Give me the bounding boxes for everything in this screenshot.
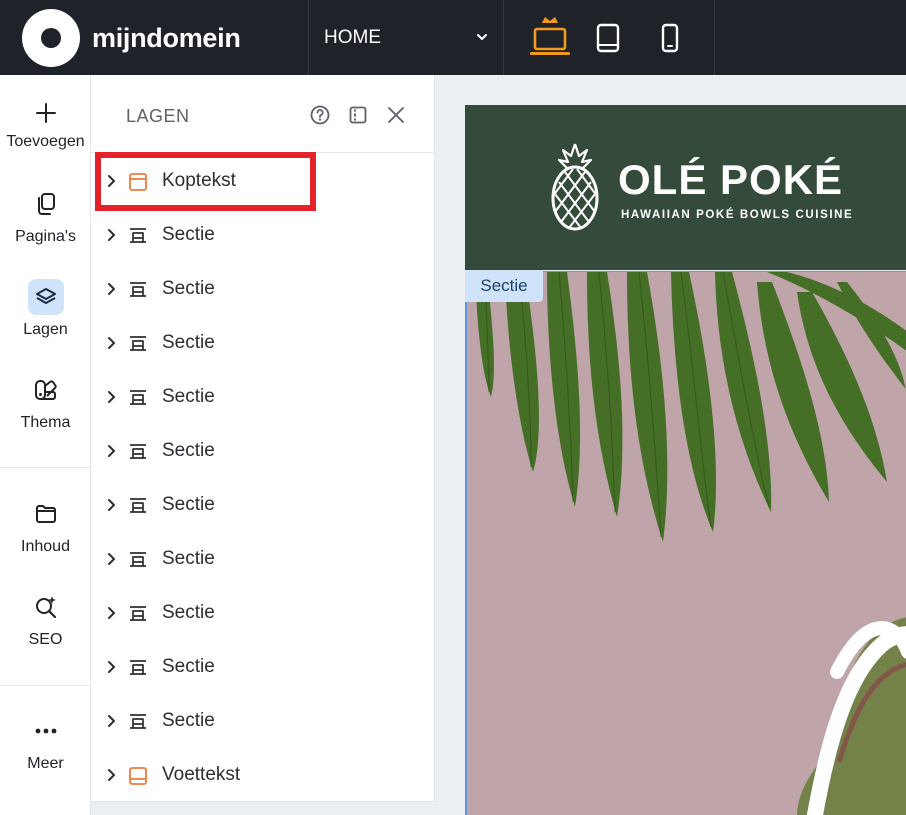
pages-icon <box>37 193 55 215</box>
rail-item-thema[interactable]: Thema <box>0 372 91 432</box>
rail-item-label: Thema <box>20 414 71 431</box>
theme-icon <box>34 380 57 400</box>
left-rail: Toevoegen Pagina's Lagen Thema Inhoud SE… <box>0 75 91 815</box>
section-block-icon <box>130 336 146 351</box>
layer-label: Sectie <box>162 440 215 461</box>
site-tagline: HAWAIIAN POKÉ BOWLS CUISINE <box>621 209 854 221</box>
layer-row-section[interactable]: Sectie <box>91 262 435 316</box>
layer-row-section[interactable]: Sectie <box>91 640 435 694</box>
rail-item-meer[interactable]: Meer <box>0 713 91 773</box>
section-block-icon <box>130 714 146 729</box>
chevron-right-icon[interactable] <box>105 281 119 297</box>
layers-panel-header: LAGEN <box>91 75 435 153</box>
rail-item-inhoud[interactable]: Inhoud <box>0 496 91 556</box>
rail-item-toevoegen[interactable]: Toevoegen <box>0 95 91 151</box>
rail-item-label: Pagina's <box>15 228 76 245</box>
rail-item-paginas[interactable]: Pagina's <box>0 186 91 246</box>
section-tag[interactable]: Sectie <box>465 270 543 302</box>
seo-icon <box>35 596 56 619</box>
chevron-right-icon[interactable] <box>105 497 119 513</box>
rail-separator <box>0 467 91 468</box>
layer-row-section[interactable]: Sectie <box>91 694 435 748</box>
section-block-icon <box>130 390 146 405</box>
site-brand: OLÉ POKÉ <box>618 156 844 203</box>
logo[interactable]: mijndomein <box>22 9 241 67</box>
section-block-icon <box>130 660 146 675</box>
layer-row-section[interactable]: Sectie <box>91 586 435 640</box>
section-block-icon <box>130 444 146 459</box>
rail-item-label: Inhoud <box>21 538 70 555</box>
layers-icon <box>35 288 56 304</box>
layer-label: Sectie <box>162 386 215 407</box>
layer-label: Sectie <box>162 710 215 731</box>
layer-row-footer[interactable]: Voettekst <box>91 748 435 802</box>
logo-text: mijndomein <box>92 22 241 53</box>
layer-row-section[interactable]: Sectie <box>91 478 435 532</box>
plus-icon <box>35 103 56 123</box>
layer-row-section[interactable]: Sectie <box>91 316 435 370</box>
chevron-right-icon[interactable] <box>105 605 119 621</box>
more-icon <box>35 728 56 734</box>
layer-label: Sectie <box>162 656 215 677</box>
page-selector[interactable]: HOME <box>309 0 503 75</box>
layer-label: Sectie <box>162 548 215 569</box>
rail-item-lagen[interactable]: Lagen <box>0 279 91 339</box>
selection-highlight <box>95 152 316 211</box>
layer-label: Sectie <box>162 224 215 245</box>
layer-label: Voettekst <box>162 764 241 785</box>
section-block-icon <box>130 282 146 297</box>
device-laptop-button[interactable] <box>522 0 578 75</box>
chevron-right-icon[interactable] <box>105 713 119 729</box>
chevron-right-icon[interactable] <box>105 767 119 783</box>
chevron-right-icon[interactable] <box>105 443 119 459</box>
hero-section[interactable] <box>465 271 906 815</box>
palm-leaves-image <box>475 272 906 815</box>
rail-item-label: SEO <box>28 631 63 648</box>
layer-label: Sectie <box>162 494 215 515</box>
layer-row-section[interactable]: Sectie <box>91 424 435 478</box>
section-block-icon <box>130 228 146 243</box>
layer-label: Sectie <box>162 278 215 299</box>
logo-mark <box>22 9 80 67</box>
laptop-icon <box>530 16 570 55</box>
rail-item-label: Meer <box>27 755 64 772</box>
device-phone-button[interactable] <box>650 0 690 75</box>
help-icon[interactable] <box>309 104 331 126</box>
tablet-icon <box>596 23 620 52</box>
chevron-down-icon <box>477 34 487 40</box>
section-block-icon <box>130 552 146 567</box>
rail-item-label: Lagen <box>23 321 68 338</box>
layer-row-section[interactable]: Sectie <box>91 370 435 424</box>
layer-row-section[interactable]: Sectie <box>91 532 435 586</box>
device-tablet-button[interactable] <box>588 0 628 75</box>
chevron-right-icon[interactable] <box>105 659 119 675</box>
dock-icon[interactable] <box>347 104 369 126</box>
rail-separator <box>0 685 91 686</box>
rail-item-label: Toevoegen <box>6 133 85 150</box>
top-bar: mijndomein HOME <box>0 0 906 75</box>
footer-block-icon <box>129 767 147 785</box>
layer-label: Sectie <box>162 602 215 623</box>
pineapple-logo-icon <box>551 143 599 231</box>
page-selector-value: HOME <box>324 26 381 48</box>
panel-title: LAGEN <box>126 106 190 126</box>
section-block-icon <box>130 498 146 513</box>
chevron-right-icon[interactable] <box>105 551 119 567</box>
chevron-right-icon[interactable] <box>105 335 119 351</box>
chevron-right-icon[interactable] <box>105 389 119 405</box>
rail-item-seo[interactable]: SEO <box>0 589 91 649</box>
divider <box>714 0 715 75</box>
site-preview[interactable]: OLÉ POKÉ HAWAIIAN POKÉ BOWLS CUISINE <box>465 105 906 815</box>
section-block-icon <box>130 606 146 621</box>
phone-icon <box>661 23 679 52</box>
layer-label: Sectie <box>162 332 215 353</box>
layer-row-section[interactable]: Sectie <box>91 208 435 262</box>
divider <box>503 0 504 75</box>
chevron-right-icon[interactable] <box>105 227 119 243</box>
folder-icon <box>35 505 56 523</box>
close-icon[interactable] <box>385 104 407 126</box>
site-header[interactable]: OLÉ POKÉ HAWAIIAN POKÉ BOWLS CUISINE <box>465 105 906 270</box>
